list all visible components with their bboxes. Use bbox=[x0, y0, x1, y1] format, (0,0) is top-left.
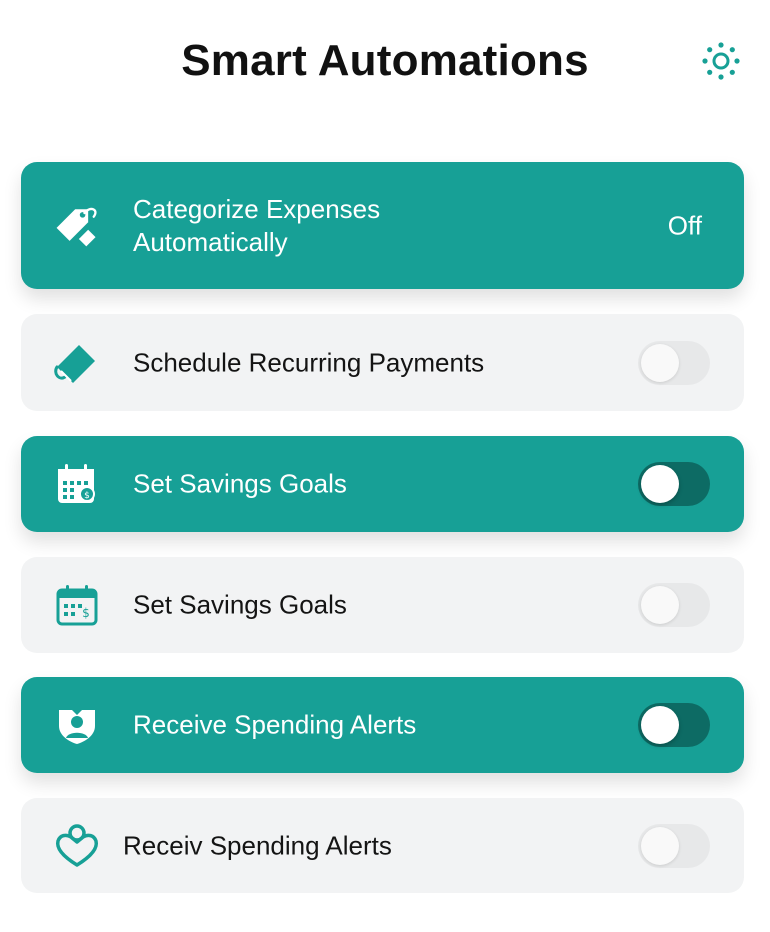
price-tag-icon bbox=[56, 207, 97, 246]
automation-label: Categorize Expenses Automatically bbox=[133, 193, 381, 257]
automation-status[interactable]: Off bbox=[668, 210, 702, 241]
card-icon-wrapper bbox=[51, 200, 103, 252]
automation-toggle[interactable] bbox=[638, 462, 710, 506]
toggle-knob bbox=[641, 586, 679, 624]
automation-toggle[interactable] bbox=[638, 703, 710, 747]
toggle-knob bbox=[641, 706, 679, 744]
automation-card-set-savings-goals-secondary[interactable]: $ Set Savings Goals bbox=[21, 557, 744, 653]
automation-label: Receiv Spending Alerts bbox=[123, 830, 392, 860]
toggle-knob bbox=[641, 826, 679, 865]
calendar-icon: $ bbox=[58, 464, 95, 503]
automation-label: Receive Spending Alerts bbox=[133, 709, 417, 740]
automation-toggle[interactable] bbox=[638, 583, 710, 627]
card-icon-wrapper bbox=[51, 699, 103, 751]
page-title: Smart Automations bbox=[181, 36, 589, 85]
automation-label: Schedule Recurring Payments bbox=[133, 347, 485, 377]
card-icon-wrapper bbox=[51, 337, 103, 389]
automation-toggle[interactable] bbox=[638, 340, 710, 385]
sun-settings-icon bbox=[702, 42, 740, 80]
automation-toggle[interactable] bbox=[638, 823, 710, 868]
card-icon-wrapper bbox=[51, 820, 103, 872]
card-icon-wrapper: $ bbox=[51, 579, 103, 631]
automation-label: Set Savings Goals bbox=[133, 468, 347, 499]
automation-card-categorize-expenses[interactable]: Categorize Expenses Automatically Off bbox=[21, 162, 744, 289]
settings-button[interactable] bbox=[698, 38, 744, 84]
toggle-knob bbox=[641, 343, 679, 382]
toggle-knob bbox=[641, 465, 679, 503]
card-icon-wrapper: $ bbox=[51, 458, 103, 510]
shield-user-icon bbox=[59, 710, 95, 744]
svg-text:$: $ bbox=[82, 606, 90, 620]
automation-card-receiv-spending-alerts[interactable]: Receiv Spending Alerts bbox=[21, 798, 744, 893]
automation-card-receive-spending-alerts[interactable]: Receive Spending Alerts bbox=[21, 677, 744, 773]
heart-user-icon bbox=[55, 823, 99, 867]
calendar-icon: $ bbox=[56, 585, 98, 626]
header: Smart Automations bbox=[0, 0, 770, 130]
automation-card-set-savings-goals[interactable]: $ Set Savings Goals bbox=[21, 436, 744, 532]
wallet-icon bbox=[54, 344, 95, 383]
automation-label: Set Savings Goals bbox=[133, 589, 347, 620]
svg-text:$: $ bbox=[84, 491, 90, 501]
automation-card-schedule-recurring-payments[interactable]: Schedule Recurring Payments bbox=[21, 314, 744, 411]
